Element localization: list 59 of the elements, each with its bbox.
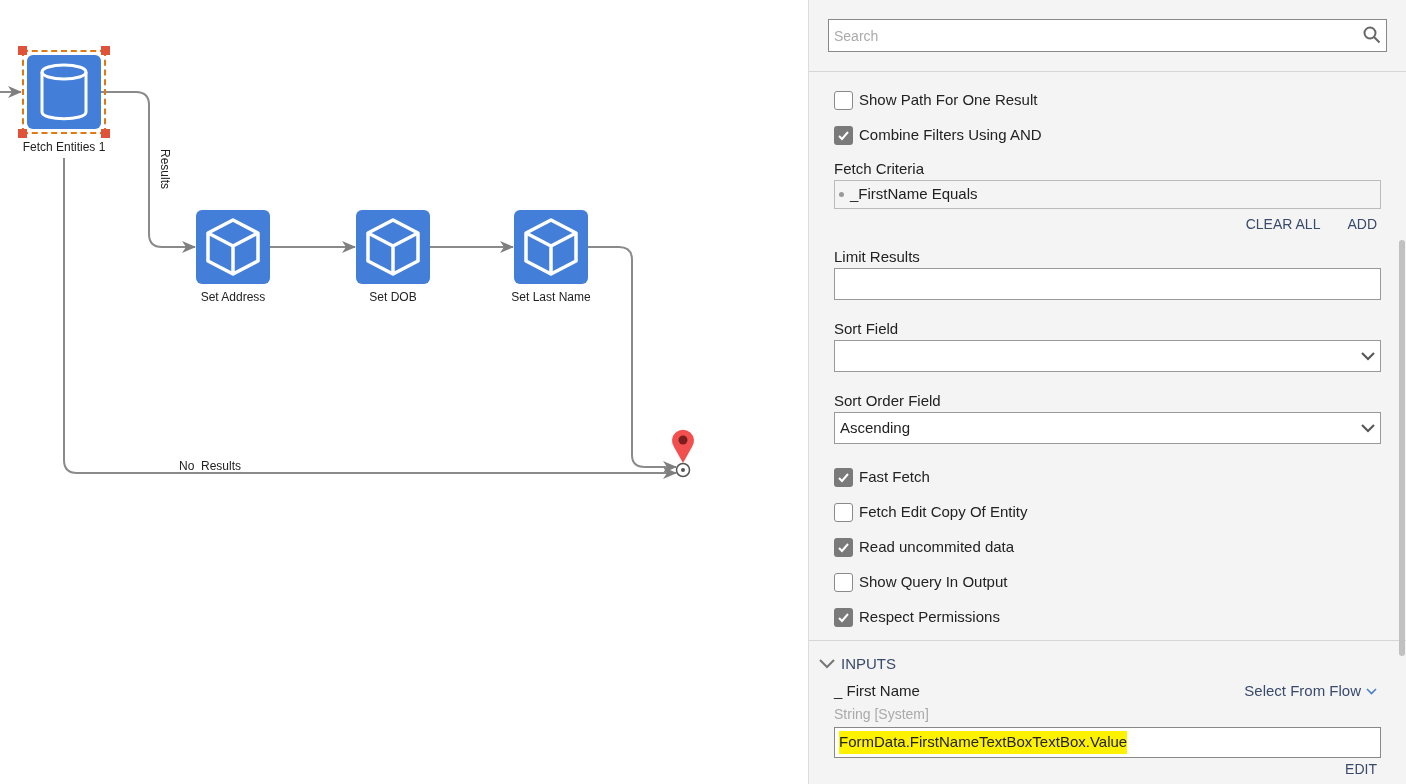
path-label: No Results xyxy=(179,458,242,475)
field-label: Limit Results xyxy=(834,247,921,267)
end-node-icon[interactable] xyxy=(675,462,691,478)
flow-step[interactable] xyxy=(514,210,588,284)
path-label: Results xyxy=(157,149,173,189)
search-icon xyxy=(1363,26,1381,44)
checkbox[interactable] xyxy=(834,503,853,522)
checkbox[interactable] xyxy=(834,91,853,110)
value-text: FormData.FirstNameTextBoxTextBox.Value xyxy=(839,731,1128,754)
action-link[interactable]: CLEAR ALL xyxy=(1245,213,1321,235)
chevron-down-icon xyxy=(1366,687,1377,695)
type-label: String [System] xyxy=(834,705,930,724)
checkbox[interactable] xyxy=(834,126,853,145)
field-label: Sort Order Field xyxy=(834,391,942,411)
input-field[interactable] xyxy=(834,268,1381,300)
checkbox-label: Fast Fetch xyxy=(859,467,930,488)
checkbox-label: Fetch Edit Copy Of Entity xyxy=(859,502,1028,523)
field-label: Sort Field xyxy=(834,319,900,339)
chevron-down-icon xyxy=(1361,351,1375,361)
checkmark-icon xyxy=(837,129,850,142)
value-field[interactable]: FormData.FirstNameTextBoxTextBox.Value xyxy=(834,727,1381,758)
flow-step[interactable] xyxy=(356,210,430,284)
chevron-down-icon[interactable] xyxy=(819,659,835,669)
search-field[interactable]: Search xyxy=(828,19,1387,52)
checkbox-label: Read uncommited data xyxy=(859,537,1015,558)
checkmark-icon xyxy=(837,611,850,624)
checkbox-label: Combine Filters Using AND xyxy=(859,125,1042,146)
scrollbar[interactable] xyxy=(1399,240,1405,656)
action-link[interactable]: ADD xyxy=(1347,213,1377,235)
checkbox-label: Show Query In Output xyxy=(859,572,1008,593)
bullet-icon xyxy=(839,192,844,197)
cube-icon xyxy=(523,217,579,277)
field-label: Fetch Criteria xyxy=(834,159,926,179)
source-dropdown[interactable]: Select From Flow xyxy=(1244,679,1381,703)
chevron-down-icon xyxy=(1361,423,1375,433)
step-label: Fetch Entities 1 xyxy=(21,139,107,156)
checkmark-icon xyxy=(837,471,850,484)
location-pin-icon xyxy=(672,429,694,463)
select-field[interactable]: Ascending xyxy=(834,412,1381,444)
cube-icon xyxy=(205,217,261,277)
input-name: _ First Name xyxy=(834,680,920,701)
checkbox[interactable] xyxy=(834,608,853,627)
criteria-item[interactable]: _FirstName Equals xyxy=(850,183,978,206)
checkbox-label: Respect Permissions xyxy=(859,607,1000,628)
checkbox[interactable] xyxy=(834,538,853,557)
step-label: Set Address xyxy=(199,289,267,306)
checkbox-label: Show Path For One Result xyxy=(859,90,1038,111)
section-title: INPUTS xyxy=(841,653,896,674)
cube-icon xyxy=(365,217,421,277)
flow-step[interactable] xyxy=(196,210,270,284)
edit-link[interactable]: EDIT xyxy=(1345,759,1381,780)
select-field[interactable] xyxy=(834,340,1381,372)
connector-line xyxy=(0,86,22,98)
checkmark-icon xyxy=(837,541,850,554)
checkbox[interactable] xyxy=(834,468,853,487)
checkbox[interactable] xyxy=(834,573,853,592)
database-icon xyxy=(39,63,89,121)
step-label: Set DOB xyxy=(368,289,418,306)
step-label: Set Last Name xyxy=(510,289,592,306)
